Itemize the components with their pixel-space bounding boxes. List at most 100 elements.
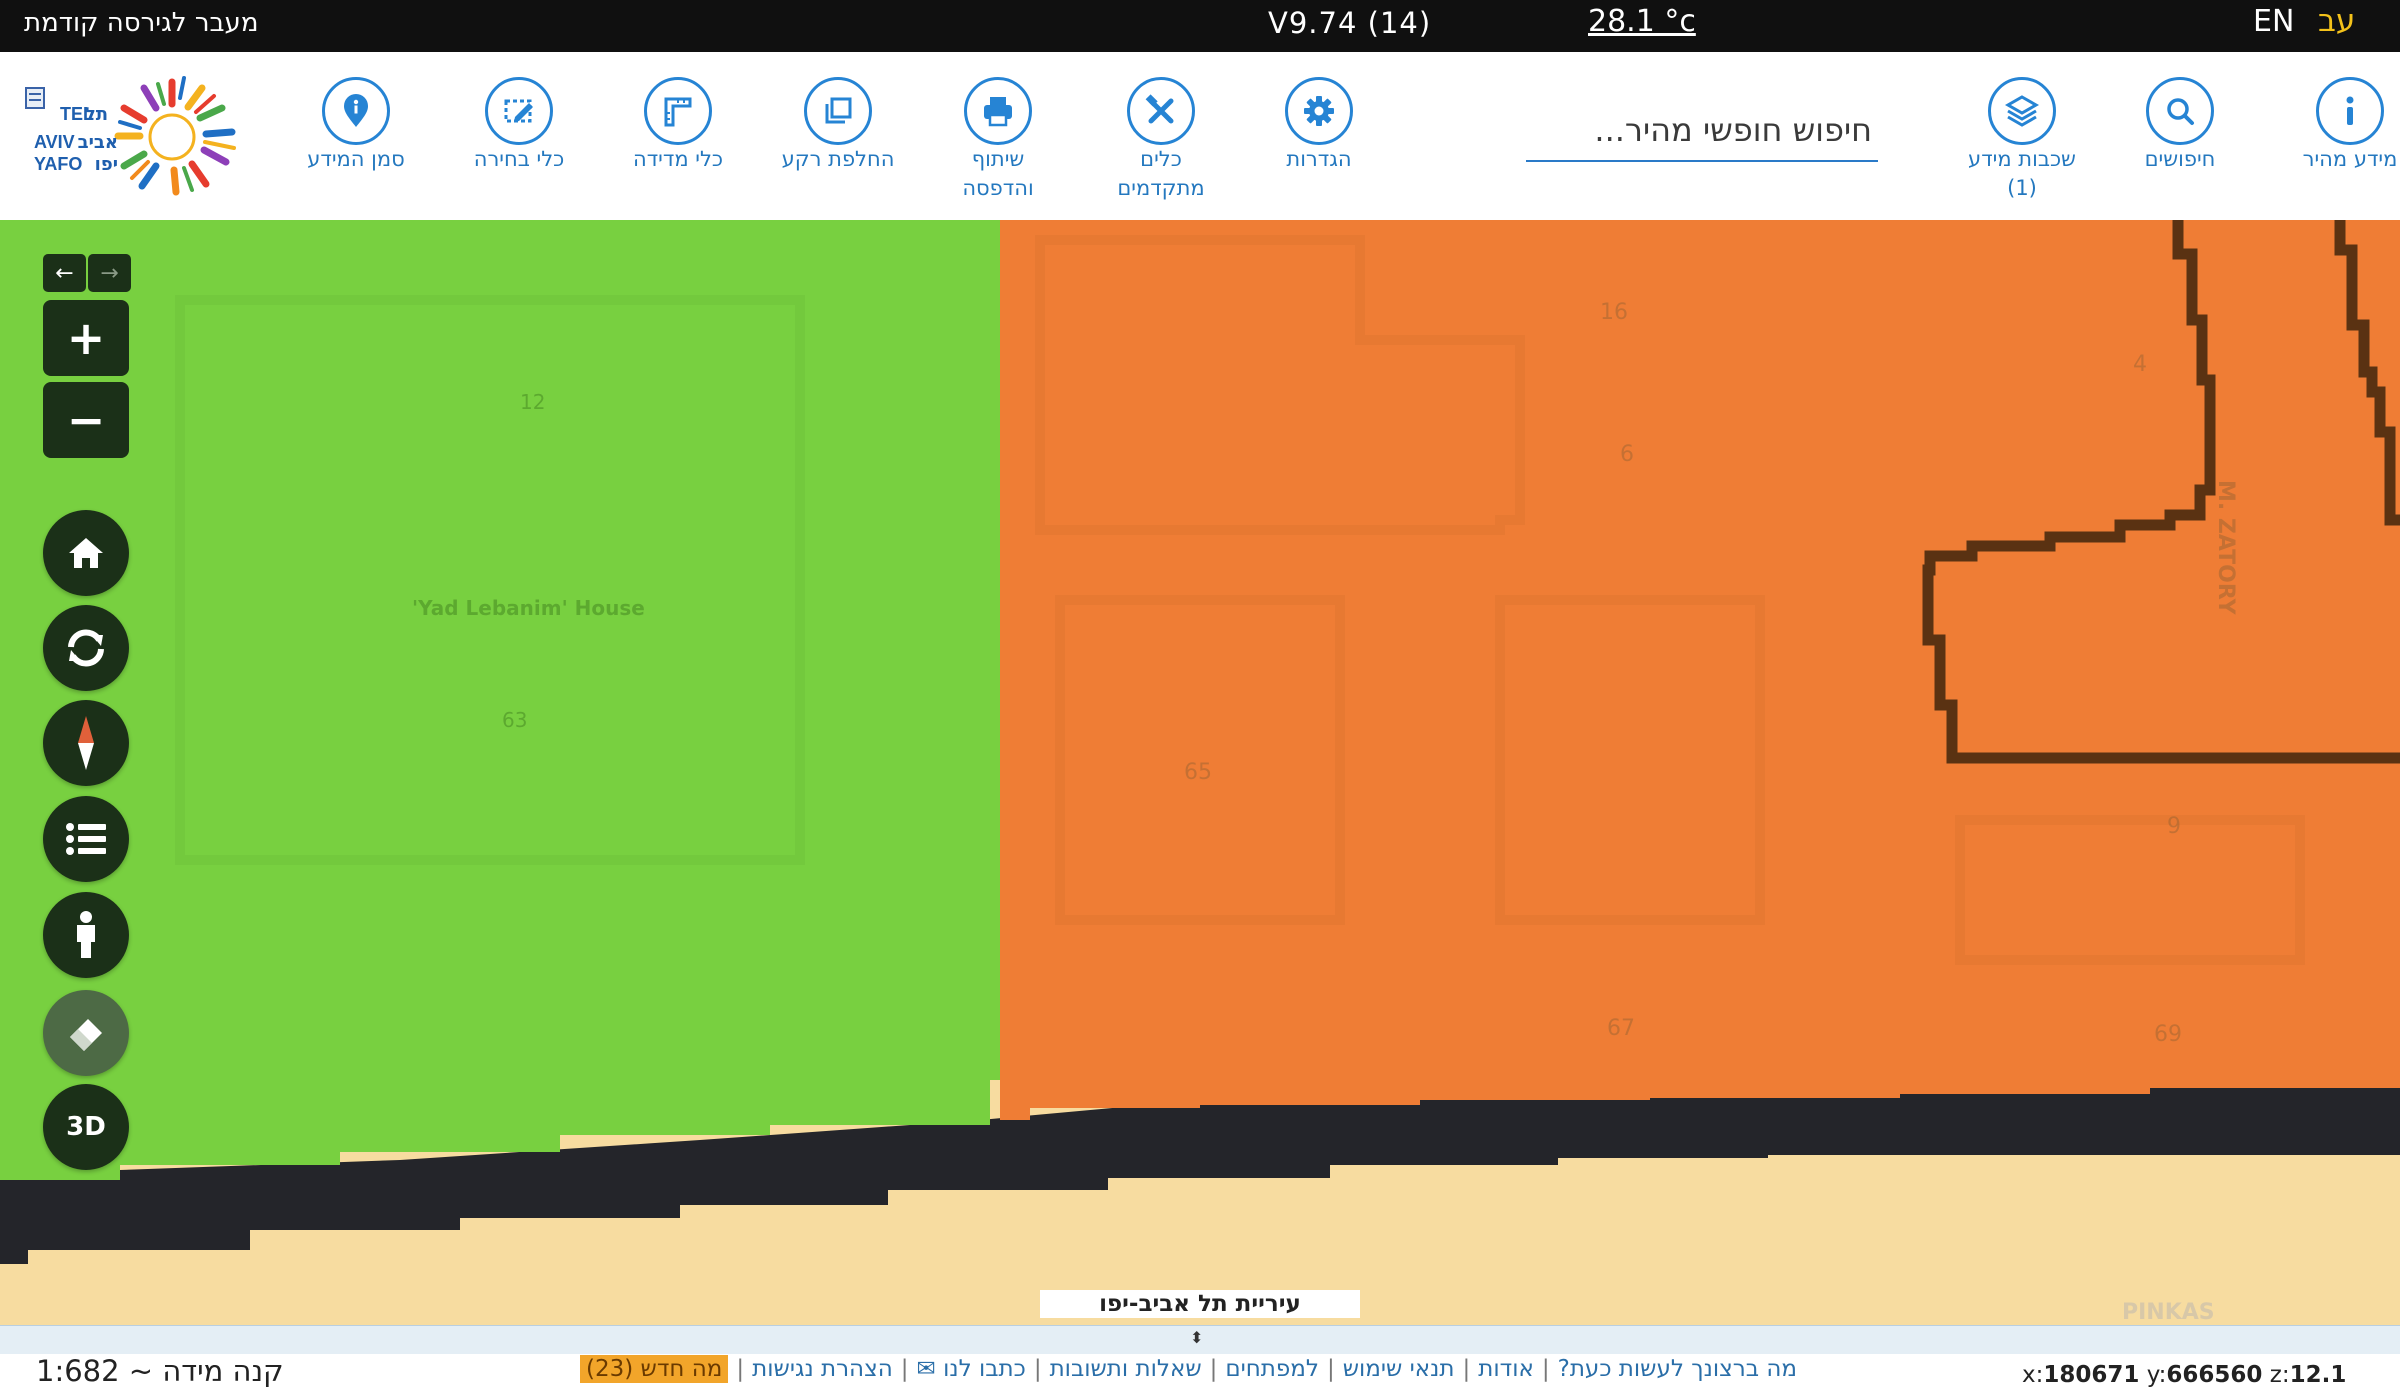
selection-tools-button[interactable]: כלי בחירה — [439, 77, 599, 174]
previous-version-link[interactable]: מעבר לגירסה קודמת — [24, 8, 258, 38]
footer-link-accessibility[interactable]: הצהרת נגישות — [752, 1356, 893, 1382]
background-icon — [804, 77, 872, 145]
searches-button[interactable]: חיפושים — [2100, 77, 2260, 174]
street-view-button[interactable] — [43, 892, 129, 978]
coordinates-readout: x:180671 y:666560 z:12.1 — [2022, 1362, 2346, 1388]
tools-icon — [1127, 77, 1195, 145]
eraser-icon — [70, 1019, 102, 1051]
legend-list-button[interactable] — [43, 796, 129, 882]
whats-new-badge[interactable]: מה חדש (23) — [580, 1355, 729, 1383]
back-arrow-icon[interactable]: ← — [43, 254, 86, 292]
searches-label: חיפושים — [2144, 147, 2216, 171]
footer-link-faq[interactable]: שאלות ותשובות — [1050, 1356, 1202, 1382]
orange-parcel — [1000, 220, 2400, 1120]
compass-icon — [78, 716, 94, 770]
y-label: y: — [2146, 1362, 2167, 1388]
advanced-tools-button[interactable]: כלים מתקדמים — [1081, 77, 1241, 203]
refresh-button[interactable] — [43, 605, 129, 691]
info-layers-label: שכבות מידע (1) — [1968, 147, 2076, 200]
settings-label: הגדרות — [1286, 147, 1352, 171]
3d-label: 3D — [66, 1112, 106, 1142]
parcel-number: 67 — [1607, 1016, 1635, 1041]
quick-info-label: מידע מהיר — [2302, 147, 2398, 171]
footer-link-terms[interactable]: תנאי שימוש — [1343, 1356, 1455, 1382]
language-hebrew[interactable]: עב — [2318, 3, 2355, 39]
x-label: x: — [2022, 1362, 2044, 1388]
zoom-out-button[interactable]: − — [43, 382, 129, 458]
version-label: V9.74 (14) — [1268, 6, 1432, 40]
parcel-number: 6 — [1620, 442, 1634, 467]
info-icon — [2316, 77, 2384, 145]
share-print-label: שיתוף והדפסה — [962, 147, 1034, 200]
search-icon — [2146, 77, 2214, 145]
gear-icon — [1285, 77, 1353, 145]
parcel-number: 12 — [520, 390, 546, 414]
parcel-number: 65 — [1184, 760, 1212, 785]
3d-view-button[interactable]: 3D — [43, 1084, 129, 1170]
footer-link-developers[interactable]: למפתחים — [1225, 1356, 1319, 1382]
svg-text:אביב: אביב — [78, 132, 118, 153]
quick-info-button[interactable]: מידע מהיר — [2270, 77, 2400, 174]
city-label: עיריית תל אביב-יפו — [1040, 1290, 1360, 1318]
advanced-tools-label: כלים מתקדמים — [1117, 147, 1205, 200]
switch-background-button[interactable]: החלפת רקע — [758, 77, 918, 174]
svg-text:AVIV: AVIV — [34, 132, 75, 152]
marker-icon — [322, 77, 390, 145]
status-bar: קנה מידה ~ 1:682 מה ברצונך לעשות כעת?|או… — [0, 1354, 2400, 1392]
temperature-link[interactable]: 28.1 °c — [1588, 4, 1696, 39]
top-bar: מעבר לגירסה קודמת V9.74 (14) 28.1 °c EN … — [0, 0, 2400, 52]
quick-search-input[interactable] — [1526, 104, 1878, 156]
print-icon — [964, 77, 1032, 145]
navigation-history: ← → — [43, 254, 131, 292]
svg-text:YAFO: YAFO — [34, 154, 82, 174]
map-canvas[interactable]: 12 'Yad Lebanim' House 63 16 6 65 67 4 M… — [0, 220, 2400, 1325]
select-icon — [485, 77, 553, 145]
building-name-label: 'Yad Lebanim' House — [412, 596, 645, 620]
forward-arrow-icon[interactable]: → — [88, 254, 131, 292]
switch-background-label: החלפת רקע — [781, 147, 895, 171]
person-icon — [77, 911, 95, 958]
language-english[interactable]: EN — [2253, 4, 2294, 39]
home-button[interactable] — [43, 510, 129, 596]
panel-splitter[interactable]: ⬍ — [0, 1325, 2400, 1355]
layers-icon — [1988, 77, 2056, 145]
info-layers-button[interactable]: שכבות מידע (1) — [1942, 77, 2102, 203]
svg-text:תל: תל — [85, 104, 108, 125]
compass-button[interactable] — [43, 700, 129, 786]
resize-handle-icon[interactable]: ⬍ — [1190, 1328, 1203, 1347]
selection-tools-label: כלי בחירה — [473, 147, 565, 171]
street-name-label: M. ZATORY — [2213, 480, 2238, 615]
svg-text:יפו: יפו — [95, 154, 118, 175]
settings-button[interactable]: הגדרות — [1239, 77, 1399, 174]
info-marker-label: סמן המידע — [307, 147, 405, 171]
list-icon — [66, 823, 106, 855]
share-print-button[interactable]: שיתוף והדפסה — [918, 77, 1078, 203]
measure-tools-label: כלי מדידה — [632, 147, 724, 171]
footer-link-contact[interactable]: כתבו לנו ✉ — [917, 1356, 1026, 1382]
ruler-icon — [644, 77, 712, 145]
street-name-label: PINKAS — [2122, 1300, 2215, 1325]
logo-emblem-icon — [25, 87, 45, 109]
measure-tools-button[interactable]: כלי מדידה — [598, 77, 758, 174]
eraser-button[interactable] — [43, 990, 129, 1076]
footer-link-about[interactable]: אודות — [1478, 1356, 1534, 1382]
main-toolbar: מידע מהיר חיפושים שכבות מידע (1) הגדרות … — [0, 52, 2400, 221]
z-value: 12.1 — [2289, 1362, 2347, 1388]
footer-link-what-to-do[interactable]: מה ברצונך לעשות כעת? — [1558, 1356, 1797, 1382]
z-label: z: — [2269, 1362, 2290, 1388]
y-value: 666560 — [2166, 1362, 2263, 1388]
quick-search — [1526, 104, 1878, 162]
zoom-in-button[interactable]: + — [43, 300, 129, 376]
parcel-number: 4 — [2133, 352, 2147, 377]
tel-aviv-logo[interactable]: TEL AVIV YAFO תל אביב יפו — [20, 74, 252, 198]
footer-links: מה ברצונך לעשות כעת?|אודות|תנאי שימוש|למ… — [580, 1355, 1797, 1383]
home-icon — [69, 538, 103, 568]
parcel-number: 16 — [1600, 300, 1628, 325]
x-value: 180671 — [2043, 1362, 2140, 1388]
green-parcel — [0, 220, 1000, 1180]
refresh-icon — [68, 629, 104, 667]
info-marker-button[interactable]: סמן המידע — [276, 77, 436, 174]
parcel-number: 63 — [502, 708, 528, 732]
scale-indicator: קנה מידה ~ 1:682 — [36, 1354, 284, 1388]
parcel-number: 69 — [2154, 1022, 2182, 1047]
